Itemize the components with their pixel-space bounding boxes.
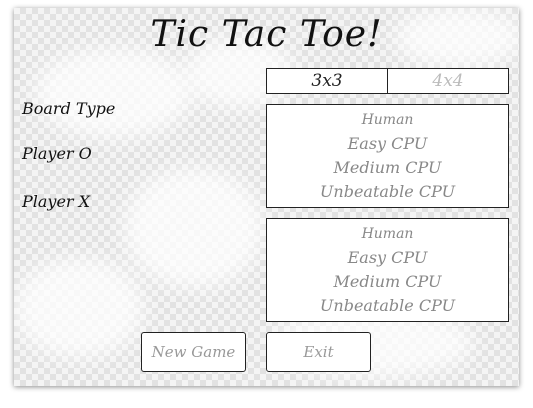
- player-o-option-medium-cpu[interactable]: Medium CPU: [267, 156, 508, 180]
- player-o-option-easy-cpu[interactable]: Easy CPU: [267, 132, 508, 156]
- player-o-label: Player O: [22, 144, 92, 163]
- player-x-list: Human Easy CPU Medium CPU Unbeatable CPU: [266, 218, 509, 322]
- background-cloud: [34, 48, 194, 138]
- player-x-option-human[interactable]: Human: [267, 222, 508, 246]
- page-title: Tic Tac Toe!: [150, 14, 383, 55]
- board-type-4x4-option[interactable]: 4x4: [387, 69, 508, 93]
- player-x-option-medium-cpu[interactable]: Medium CPU: [267, 270, 508, 294]
- board-type-label: Board Type: [22, 99, 116, 118]
- game-window: Tic Tac Toe! Board Type Player O Player …: [14, 8, 519, 386]
- background-cloud: [124, 168, 264, 288]
- player-o-option-unbeatable-cpu[interactable]: Unbeatable CPU: [267, 180, 508, 204]
- player-o-option-human[interactable]: Human: [267, 108, 508, 132]
- player-x-option-unbeatable-cpu[interactable]: Unbeatable CPU: [267, 294, 508, 318]
- player-x-option-easy-cpu[interactable]: Easy CPU: [267, 246, 508, 270]
- new-game-button[interactable]: New Game: [141, 332, 246, 372]
- board-type-3x3-option[interactable]: 3x3: [267, 69, 387, 93]
- background-cloud: [14, 258, 144, 358]
- player-x-label: Player X: [22, 192, 91, 211]
- board-type-selector: 3x3 4x4: [266, 68, 509, 94]
- exit-button[interactable]: Exit: [266, 332, 371, 372]
- player-o-list: Human Easy CPU Medium CPU Unbeatable CPU: [266, 104, 509, 208]
